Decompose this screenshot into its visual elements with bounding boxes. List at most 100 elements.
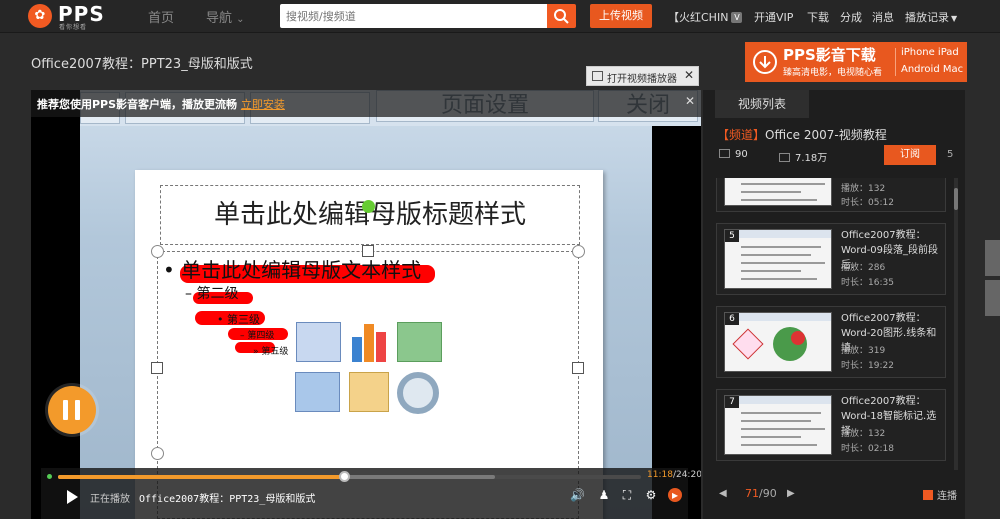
- current-time: 11:18: [647, 470, 673, 480]
- bullet-level-3: • 第三级: [217, 313, 260, 326]
- search-button[interactable]: [547, 4, 576, 28]
- play-count: 7.18万: [779, 149, 827, 164]
- ad-divider: [895, 48, 896, 76]
- play-count-icon: [779, 153, 790, 162]
- download-arrow-icon: [753, 50, 777, 74]
- video-duration: 时长：16:35: [841, 278, 894, 288]
- list-item[interactable]: 5 Office2007教程：Word-09段落_段前段后. 播放：286 时长…: [716, 223, 946, 295]
- list-item[interactable]: 7 Office2007教程：Word-18智能标记.选择 播放：132 时长：…: [716, 389, 946, 461]
- prev-page-icon[interactable]: ◀: [719, 488, 731, 500]
- page-title: Office2007教程：PPT23_母版和版式: [31, 57, 253, 72]
- time-display: 11:18/24:20: [647, 470, 701, 480]
- video-thumbnail: 7: [724, 395, 832, 455]
- pause-icon-bar: [75, 400, 80, 420]
- share-link[interactable]: 分成: [840, 9, 862, 25]
- bullet-level-2: – 第二级: [185, 286, 239, 302]
- bullet-level-1: • 单击此处编辑母版文本样式: [163, 258, 422, 282]
- subscribe-button[interactable]: 订阅: [884, 145, 936, 165]
- pause-icon: [63, 400, 68, 420]
- open-vip-link[interactable]: 开通VIP: [754, 9, 793, 25]
- playback-status: 正在播放: [90, 494, 130, 505]
- media-icon: [397, 372, 439, 414]
- episode-number: 7: [725, 396, 739, 408]
- smartart-icon: [397, 322, 442, 362]
- nav-home-link[interactable]: 首页: [148, 7, 174, 26]
- page-indicator: 71/90: [745, 487, 777, 500]
- close-icon[interactable]: ✕: [684, 68, 694, 82]
- notice-text: 推荐您使用PPS影音客户端，播放更流畅: [37, 98, 238, 111]
- side-float-button[interactable]: [985, 240, 1000, 276]
- video-thumbnail: 6: [724, 312, 832, 372]
- history-menu[interactable]: 播放记录 ▼: [905, 9, 957, 25]
- progress-fill: [58, 475, 344, 479]
- vip-level-badge: V: [731, 12, 743, 23]
- nav-guide-label: 导航: [206, 11, 233, 26]
- now-playing-title: Office2007教程：PPT23_母版和版式: [139, 494, 316, 505]
- user-icon[interactable]: ♟: [597, 488, 611, 502]
- player-control-bar: 11:18/24:20 正在播放 Office2007教程：PPT23_母版和版…: [41, 468, 701, 519]
- video-plays: 播放：132: [841, 184, 886, 194]
- user-name: 【火红CHIN: [668, 11, 729, 24]
- top-navigation-bar: ✿ PPS 看你想看 首页 导航 ⌄ 上传视频 【火红CHINV 开通VIP 下…: [0, 0, 1000, 33]
- resize-handle-bottom-left: [151, 447, 164, 460]
- autoplay-label: 连播: [937, 491, 957, 502]
- tab-video-list[interactable]: 视频列表: [715, 90, 809, 118]
- nav-guide-menu[interactable]: 导航 ⌄: [206, 7, 245, 26]
- channel-tag: 【频道】: [717, 128, 766, 142]
- pps-play-icon[interactable]: ▸: [668, 488, 682, 502]
- pps-download-ad[interactable]: PPS影音下载 臻高清电影，电视随心看 iPhone iPad Android …: [745, 42, 967, 82]
- resize-handle-left-mid: [151, 362, 163, 374]
- video-thumbnail: 5: [724, 229, 832, 289]
- settings-gear-icon[interactable]: ⚙: [644, 488, 658, 502]
- video-list-sidebar: 视频列表 【频道】Office 2007-视频教程 90 7.18万 订阅 5 …: [703, 90, 965, 519]
- scrollbar-thumb[interactable]: [954, 188, 958, 210]
- pps-logo[interactable]: ✿ PPS 看你想看: [28, 2, 118, 31]
- resize-handle-right: [572, 245, 585, 258]
- user-menu[interactable]: 【火红CHIN V: [668, 9, 743, 25]
- bullet-level-5: » 第五级: [253, 347, 289, 357]
- next-page-icon[interactable]: ▶: [787, 488, 799, 500]
- video-plays: 播放：286: [841, 263, 886, 273]
- volume-icon[interactable]: 🔊: [570, 488, 585, 502]
- autoplay-toggle[interactable]: 连播: [923, 487, 957, 502]
- channel-title[interactable]: 【频道】Office 2007-视频教程: [717, 126, 887, 143]
- notice-close-icon[interactable]: ✕: [685, 94, 695, 108]
- table-icon: [296, 322, 341, 362]
- status-dot: [47, 474, 52, 479]
- video-count-icon: [719, 149, 730, 158]
- progress-bar[interactable]: [58, 471, 641, 482]
- list-scrollbar[interactable]: [954, 178, 958, 470]
- episode-number: 5: [725, 230, 739, 242]
- rotate-handle: [362, 200, 375, 213]
- install-now-link[interactable]: 立即安装: [241, 98, 285, 111]
- video-duration: 时长：05:12: [841, 198, 894, 208]
- list-item[interactable]: 6 Office2007教程：Word-20图形.线条和填 播放：319 时长：…: [716, 306, 946, 378]
- download-link[interactable]: 下载: [807, 9, 829, 25]
- title-placeholder: 单击此处编辑母版标题样式: [160, 185, 580, 245]
- logo-slogan: 看你想看: [59, 24, 88, 31]
- slide-master: 单击此处编辑母版标题样式 • 单击此处编辑母版文本样式 – 第二级 • 第三级 …: [135, 170, 603, 519]
- ad-platforms-other: Android Mac: [901, 64, 964, 75]
- list-item[interactable]: 播放：132 时长：05:12: [716, 178, 946, 212]
- page-current: 71: [745, 487, 759, 500]
- upload-video-button[interactable]: 上传视频: [590, 4, 652, 28]
- chart-icon: [350, 322, 390, 362]
- chevron-down-icon: ⌄: [236, 14, 245, 25]
- search-input[interactable]: [280, 4, 548, 28]
- episode-number: 6: [725, 313, 739, 325]
- side-float-button-2[interactable]: [985, 280, 1000, 316]
- checkbox-icon: [923, 490, 933, 500]
- messages-link[interactable]: 消息: [872, 9, 894, 25]
- fullscreen-icon[interactable]: ⛶: [620, 488, 634, 502]
- progress-knob[interactable]: [338, 471, 350, 482]
- video-player[interactable]: 页面设置 关闭 单击此处编辑母版标题样式 • 单击此处编辑母版文本样式 – 第二…: [31, 90, 701, 519]
- pause-button[interactable]: [48, 386, 96, 434]
- video-count: 90: [719, 149, 748, 160]
- play-icon[interactable]: [67, 490, 78, 504]
- player-icon: [592, 71, 603, 81]
- video-duration: 时长：02:18: [841, 444, 894, 454]
- play-count-value: 7.18万: [795, 153, 828, 164]
- video-list: 播放：132 时长：05:12 5 Office2007教程：Word-09段落…: [713, 178, 953, 470]
- video-thumbnail: [724, 178, 832, 206]
- open-video-player-button[interactable]: 打开视频播放器 ✕: [586, 66, 699, 86]
